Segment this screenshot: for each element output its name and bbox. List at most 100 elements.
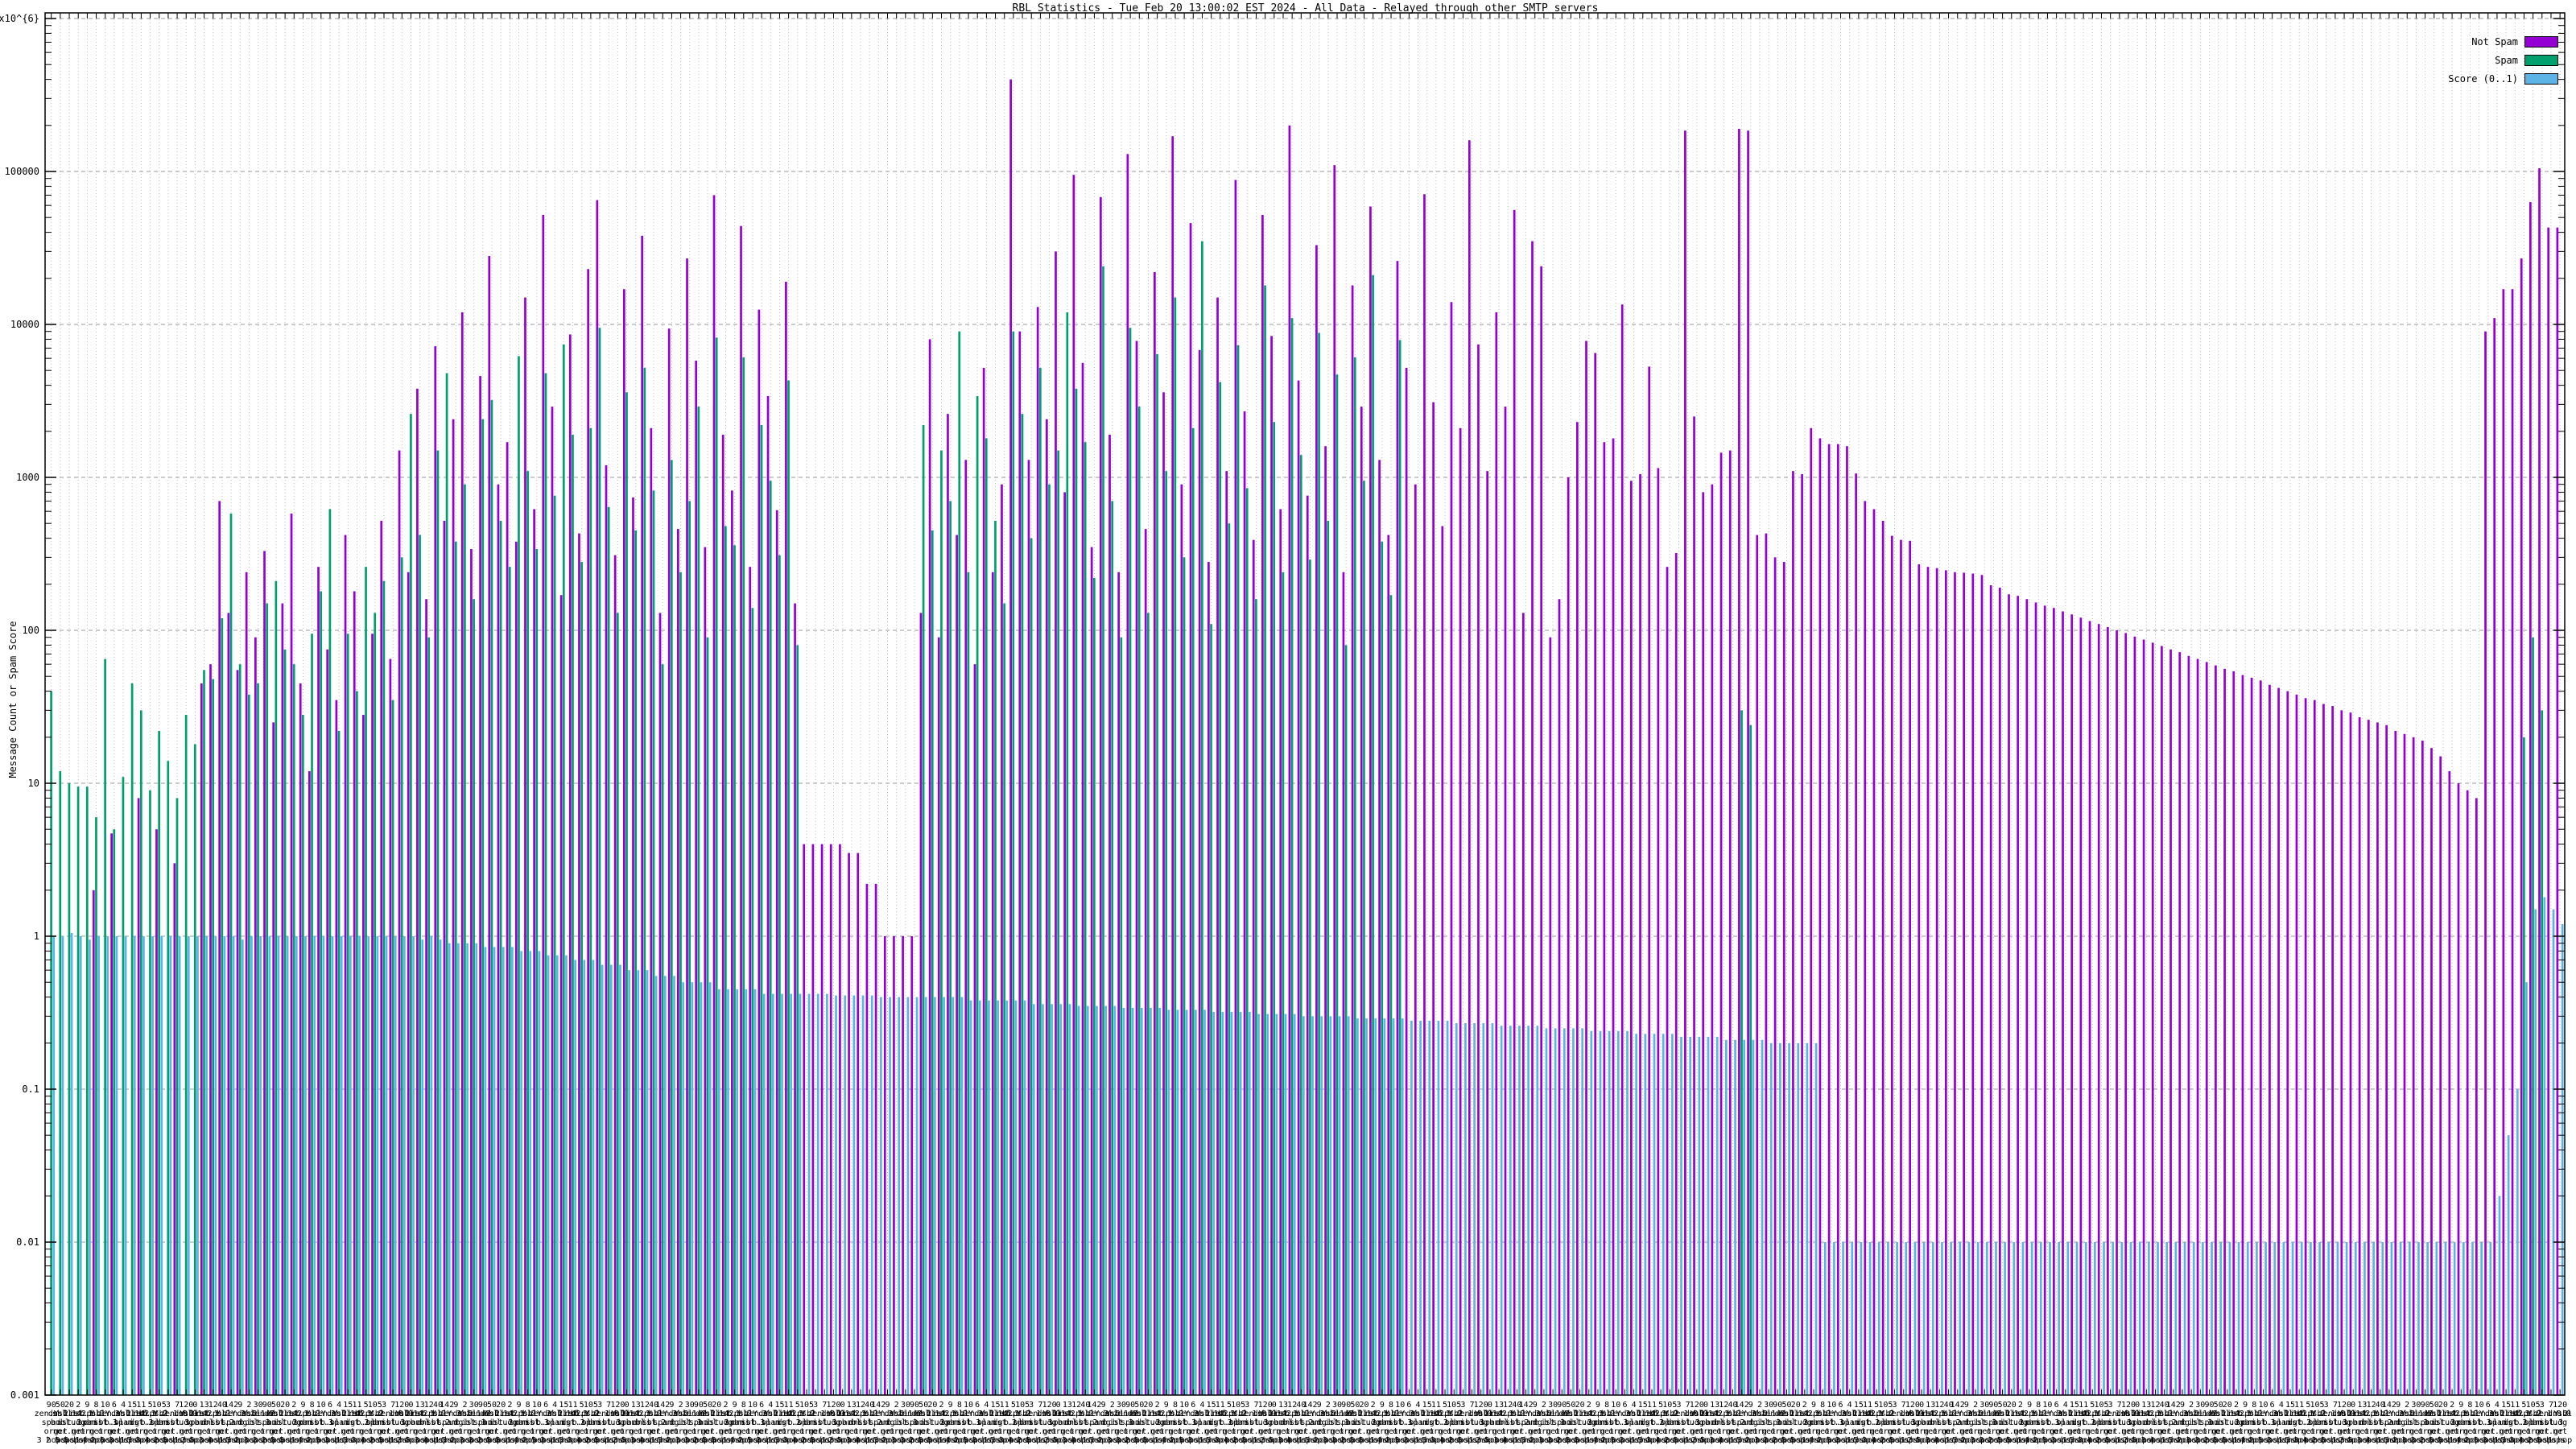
svg-text:3: 3 [1892, 1401, 1897, 1410]
svg-text:0: 0 [1703, 1401, 1708, 1410]
svg-text:120: 120 [826, 1401, 840, 1410]
svg-text:3: 3 [382, 1401, 386, 1410]
svg-text:9: 9 [300, 1401, 305, 1410]
svg-text:8: 8 [1389, 1401, 1393, 1410]
svg-text:6: 6 [328, 1401, 332, 1410]
svg-text:9: 9 [2396, 1401, 2401, 1410]
svg-text:10: 10 [101, 1401, 110, 1410]
svg-text:9: 9 [1533, 1401, 1538, 1410]
svg-text:0.001: 0.001 [10, 1389, 39, 1401]
svg-text:120: 120 [179, 1401, 193, 1410]
svg-text:6: 6 [543, 1401, 548, 1410]
svg-text:105: 105 [799, 1401, 814, 1410]
svg-text:4: 4 [121, 1401, 126, 1410]
svg-text:10: 10 [1611, 1401, 1620, 1410]
svg-text:9: 9 [516, 1401, 521, 1410]
svg-text:6: 6 [1406, 1401, 1411, 1410]
svg-text:3: 3 [1460, 1401, 1465, 1410]
svg-text:8: 8 [2036, 1401, 2041, 1410]
svg-text:20: 20 [2007, 1401, 2017, 1410]
svg-text:8: 8 [741, 1401, 746, 1410]
svg-text:20: 20 [1143, 1401, 1153, 1410]
svg-text:9: 9 [1380, 1401, 1385, 1410]
svg-text:8: 8 [1604, 1401, 1609, 1410]
svg-text:2: 2 [2234, 1401, 2239, 1410]
svg-text:142: 142 [2166, 1401, 2181, 1410]
svg-text:2: 2 [1542, 1401, 1546, 1410]
svg-text:11: 11 [1863, 1401, 1872, 1410]
svg-text:142: 142 [1735, 1401, 1749, 1410]
svg-text:142: 142 [224, 1401, 238, 1410]
svg-text:142: 142 [655, 1401, 670, 1410]
svg-text:9: 9 [1164, 1401, 1169, 1410]
svg-text:4: 4 [336, 1401, 341, 1410]
svg-text:9: 9 [733, 1401, 737, 1410]
svg-text:9: 9 [948, 1401, 953, 1410]
svg-text:10: 10 [2475, 1401, 2484, 1410]
svg-text:6: 6 [1838, 1401, 1843, 1410]
plot-canvas: 1x10^{6}1000001000010001001010.10.010.00… [0, 0, 2576, 1449]
svg-text:2: 2 [2450, 1401, 2454, 1410]
svg-text:9: 9 [237, 1401, 242, 1410]
svg-text:8: 8 [526, 1401, 530, 1410]
svg-text:11: 11 [136, 1401, 146, 1410]
svg-text:20: 20 [496, 1401, 506, 1410]
svg-text:2: 2 [462, 1401, 467, 1410]
svg-text:20: 20 [2223, 1401, 2232, 1410]
svg-text:100000: 100000 [5, 166, 39, 177]
svg-text:4: 4 [2495, 1401, 2500, 1410]
svg-text:120: 120 [2121, 1401, 2136, 1410]
svg-text:142: 142 [1302, 1401, 1317, 1410]
svg-text:11: 11 [352, 1401, 361, 1410]
svg-text:0: 0 [2351, 1401, 2355, 1410]
svg-text:2: 2 [2405, 1401, 2409, 1410]
svg-text:6: 6 [2486, 1401, 2491, 1410]
svg-text:120: 120 [1905, 1401, 1920, 1410]
svg-text:2: 2 [723, 1401, 728, 1410]
legend-row-spam: Spam [2448, 51, 2558, 69]
svg-text:11: 11 [784, 1401, 794, 1410]
rbl-statistics-chart: 1x10^{6}1000001000010001001010.10.010.00… [0, 0, 2576, 1449]
svg-text:1: 1 [34, 931, 39, 942]
svg-text:2: 2 [939, 1401, 943, 1410]
svg-text:3: 3 [597, 1401, 602, 1410]
legend-label-spam: Spam [2495, 55, 2518, 66]
svg-text:142: 142 [871, 1401, 886, 1410]
svg-text:11: 11 [1216, 1401, 1225, 1410]
svg-text:3: 3 [1245, 1401, 1249, 1410]
svg-text:4: 4 [1199, 1401, 1204, 1410]
svg-text:3: 3 [2324, 1401, 2329, 1410]
svg-text:4: 4 [984, 1401, 989, 1410]
svg-text:20: 20 [712, 1401, 721, 1410]
svg-text:11: 11 [568, 1401, 578, 1410]
svg-text:8: 8 [1173, 1401, 1178, 1410]
svg-text:8: 8 [2252, 1401, 2256, 1410]
svg-text:2: 2 [507, 1401, 512, 1410]
svg-text:9: 9 [1317, 1401, 1322, 1410]
svg-text:6: 6 [2270, 1401, 2275, 1410]
svg-text:2: 2 [679, 1401, 683, 1410]
svg-text:4: 4 [2279, 1401, 2284, 1410]
svg-text:9: 9 [453, 1401, 458, 1410]
legend-swatch-score [2524, 73, 2558, 85]
svg-text:2: 2 [1587, 1401, 1591, 1410]
svg-text:20: 20 [280, 1401, 290, 1410]
chart-title: RBL Statistics - Tue Feb 20 13:00:02 EST… [46, 2, 2565, 14]
svg-text:10: 10 [964, 1401, 973, 1410]
svg-text:142: 142 [1087, 1401, 1101, 1410]
svg-text:6: 6 [2054, 1401, 2059, 1410]
svg-text:1 hop: 1 hop [2548, 1436, 2572, 1445]
svg-text:100: 100 [22, 625, 39, 636]
svg-text:0: 0 [1919, 1401, 1924, 1410]
svg-text:0: 0 [2135, 1401, 2140, 1410]
svg-text:2: 2 [2018, 1401, 2023, 1410]
svg-text:11: 11 [2510, 1401, 2520, 1410]
svg-text:120: 120 [1258, 1401, 1273, 1410]
svg-text:20: 20 [64, 1401, 74, 1410]
svg-text:2: 2 [1371, 1401, 1376, 1410]
svg-text:9: 9 [1101, 1401, 1106, 1410]
legend-swatch-not-spam [2524, 36, 2558, 47]
svg-text:9: 9 [885, 1401, 890, 1410]
svg-text:105: 105 [2094, 1401, 2108, 1410]
svg-text:4: 4 [1415, 1401, 1420, 1410]
